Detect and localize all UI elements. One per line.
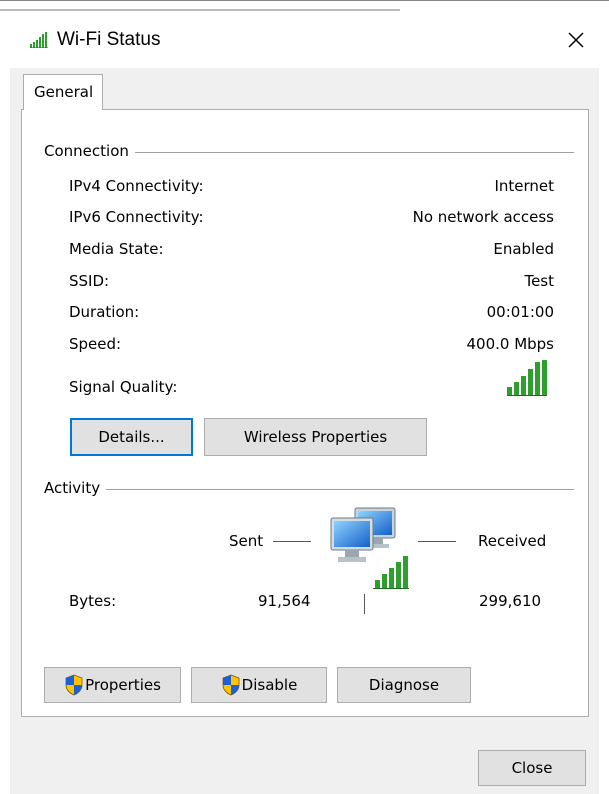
bytes-label: Bytes: — [69, 592, 117, 610]
received-connector-line — [418, 541, 456, 542]
details-button-label: Details... — [98, 428, 165, 446]
speed-label: Speed: — [69, 335, 122, 353]
received-label: Received — [478, 532, 547, 550]
close-button[interactable]: Close — [478, 750, 586, 786]
network-computers-icon — [330, 507, 409, 589]
uac-shield-icon — [222, 674, 240, 696]
media-state-value: Enabled — [493, 240, 554, 258]
window-title: Wi-Fi Status — [57, 29, 161, 50]
tab-general[interactable]: General — [23, 74, 103, 110]
bytes-sent-value: 91,564 — [258, 592, 311, 610]
disable-button[interactable]: Disable — [191, 667, 327, 703]
ipv4-connectivity-value: Internet — [494, 177, 554, 195]
duration-label: Duration: — [69, 303, 140, 321]
close-button-label: Close — [511, 759, 553, 777]
ipv4-connectivity-label: IPv4 Connectivity: — [69, 177, 204, 195]
ssid-label: SSID: — [69, 272, 110, 290]
disable-button-label: Disable — [241, 676, 298, 694]
signal-strength-icon — [507, 360, 547, 396]
activity-group-line — [44, 489, 574, 490]
close-icon[interactable] — [564, 28, 588, 52]
properties-button-label: Properties — [85, 676, 161, 694]
window-top-border — [0, 0, 609, 1]
bytes-received-value: 299,610 — [479, 592, 542, 610]
properties-button[interactable]: Properties — [44, 667, 181, 703]
activity-group-label: Activity — [44, 479, 107, 497]
bytes-divider — [364, 594, 365, 614]
tab-panel-general — [21, 109, 589, 717]
signal-quality-label: Signal Quality: — [69, 378, 178, 396]
connection-group-label: Connection — [44, 142, 135, 160]
ssid-value: Test — [524, 272, 554, 290]
sent-connector-line — [273, 541, 311, 542]
tab-general-label: General — [34, 83, 94, 101]
uac-shield-icon — [65, 674, 83, 696]
media-state-label: Media State: — [69, 240, 164, 258]
diagnose-button[interactable]: Diagnose — [337, 667, 471, 703]
duration-value: 00:01:00 — [486, 303, 554, 321]
window-top-shadow — [0, 9, 400, 11]
speed-value: 400.0 Mbps — [466, 335, 554, 353]
details-button[interactable]: Details... — [70, 418, 193, 456]
ipv6-connectivity-value: No network access — [412, 208, 554, 226]
wireless-properties-label: Wireless Properties — [243, 428, 388, 446]
wifi-signal-icon — [30, 32, 48, 48]
sent-label: Sent — [229, 532, 264, 550]
ipv6-connectivity-label: IPv6 Connectivity: — [69, 208, 204, 226]
diagnose-button-label: Diagnose — [368, 676, 440, 694]
wireless-properties-button[interactable]: Wireless Properties — [204, 418, 427, 456]
